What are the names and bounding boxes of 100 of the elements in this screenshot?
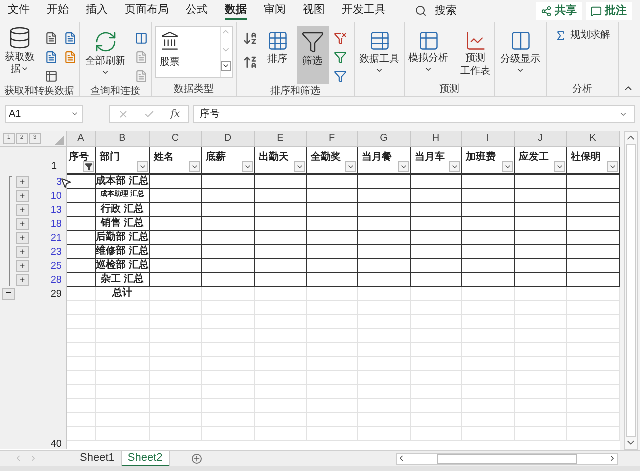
table-cell xyxy=(358,427,411,441)
ribbon-tab[interactable]: 插入 xyxy=(86,2,108,20)
table-cell xyxy=(567,413,620,427)
table-header-cell: 应发工 xyxy=(519,150,549,165)
row-number[interactable]: 1 xyxy=(51,159,57,174)
panel-icon[interactable] xyxy=(134,30,150,46)
ribbon-tab[interactable]: 视图 xyxy=(303,2,325,20)
insert-function-button[interactable]: fx xyxy=(170,106,180,122)
search-icon[interactable] xyxy=(415,5,427,17)
mouse-pointer-icon xyxy=(60,177,72,189)
expand-group-button[interactable]: + xyxy=(16,204,29,216)
formula-input[interactable]: 序号 xyxy=(193,105,635,123)
name-box[interactable]: A1 xyxy=(5,105,83,123)
ribbon-tab[interactable]: 公式 xyxy=(186,2,208,20)
row-number[interactable]: 3 xyxy=(56,174,66,190)
table-cell xyxy=(462,273,515,287)
scroll-left-icon[interactable] xyxy=(397,454,406,463)
solver-button[interactable]: 规划求解 xyxy=(554,26,610,43)
advanced-filter-icon[interactable] xyxy=(332,68,348,84)
refresh-all-button[interactable]: 全部刷新 xyxy=(82,26,130,77)
row-number[interactable]: 28 xyxy=(50,272,66,288)
column-header[interactable]: K xyxy=(567,131,620,147)
table-cell xyxy=(150,413,202,427)
what-if-analysis-button[interactable]: 模拟分析 xyxy=(404,26,452,74)
table-cell xyxy=(411,357,462,371)
row-number[interactable]: 29 xyxy=(50,286,66,302)
ribbon-tab[interactable]: 开发工具 xyxy=(342,2,386,20)
table-cell xyxy=(515,357,567,371)
next-sheet-icon[interactable] xyxy=(29,454,38,463)
row-number[interactable]: 40 xyxy=(50,441,62,449)
horizontal-scrollbar[interactable] xyxy=(396,452,618,464)
select-all-icon[interactable] xyxy=(55,136,64,145)
get-data-button[interactable]: 获取数据 xyxy=(1,26,39,76)
ribbon-tab[interactable]: 审阅 xyxy=(264,2,286,20)
column-header[interactable]: J xyxy=(515,131,567,147)
scrollbar-thumb[interactable] xyxy=(626,144,636,438)
cancel-icon[interactable] xyxy=(118,108,129,120)
add-sheet-icon[interactable] xyxy=(192,454,202,464)
column-header[interactable]: G xyxy=(358,131,411,147)
expand-group-button[interactable]: + xyxy=(16,176,29,188)
ribbon-tab[interactable]: 页面布局 xyxy=(125,2,169,20)
table-cell xyxy=(411,301,462,315)
scrollbar-thumb[interactable] xyxy=(437,454,577,464)
ribbon-tab[interactable]: 数据 xyxy=(225,2,247,20)
data-type-gallery[interactable]: 股票 xyxy=(155,26,233,78)
reapply-filter-icon[interactable] xyxy=(332,49,348,65)
table-icon[interactable] xyxy=(43,68,59,84)
search-label[interactable]: 搜索 xyxy=(435,2,457,20)
filter-button[interactable]: 筛选 xyxy=(296,26,328,84)
table-cell xyxy=(202,315,255,329)
column-header[interactable]: H xyxy=(411,131,462,147)
table-cell xyxy=(462,413,515,427)
column-header[interactable]: B xyxy=(96,131,150,147)
gallery-item[interactable]: 股票 xyxy=(160,55,180,70)
expand-group-button[interactable]: + xyxy=(16,190,29,202)
column-header[interactable]: F xyxy=(307,131,358,147)
table-header-cell-text: 姓名 xyxy=(154,150,174,165)
scroll-right-icon[interactable] xyxy=(608,454,617,463)
sheet-tab[interactable]: Sheet2 xyxy=(122,450,170,466)
table-cell xyxy=(411,217,462,231)
row-number[interactable]: 10 xyxy=(50,188,66,204)
forecast-sheet-button[interactable]: 预测 工作表 xyxy=(456,26,494,78)
ribbon-group-label: 查询和连接 xyxy=(90,84,140,98)
table-cell xyxy=(202,371,255,385)
table-cell xyxy=(567,399,620,413)
filter-dropdown-button[interactable] xyxy=(83,161,94,172)
share-button[interactable]: 共享 xyxy=(536,2,582,20)
sort-descending-icon[interactable] xyxy=(242,54,258,70)
expand-group-button[interactable]: + xyxy=(16,246,29,258)
enter-icon[interactable] xyxy=(144,108,156,120)
row-number[interactable]: 18 xyxy=(50,216,66,232)
expand-group-button[interactable]: + xyxy=(16,274,29,286)
more-icon[interactable] xyxy=(221,61,231,71)
table-cell xyxy=(202,217,255,231)
ribbon-tab[interactable]: 开始 xyxy=(47,2,69,20)
table-cell xyxy=(411,189,462,203)
comments-button[interactable]: 批注 xyxy=(586,2,632,20)
column-header[interactable]: A xyxy=(67,131,96,147)
column-header[interactable]: C xyxy=(150,131,202,147)
data-tools-button[interactable]: 数据工具 xyxy=(356,26,404,75)
row-number[interactable]: 23 xyxy=(50,244,66,260)
clear-filter-icon[interactable] xyxy=(332,30,348,46)
row-number[interactable]: 21 xyxy=(50,230,66,246)
previous-sheet-icon[interactable] xyxy=(14,454,23,463)
column-header[interactable]: D xyxy=(202,131,255,147)
table-cell xyxy=(307,203,358,217)
column-header[interactable]: E xyxy=(255,131,307,147)
sort-ascending-icon[interactable] xyxy=(242,30,258,46)
table-cell xyxy=(202,343,255,357)
expand-group-button[interactable]: + xyxy=(16,232,29,244)
column-header[interactable]: I xyxy=(462,131,515,147)
collapse-group-button[interactable]: − xyxy=(2,288,15,300)
table-cell xyxy=(150,315,202,329)
expand-group-button[interactable]: + xyxy=(16,218,29,230)
row-number[interactable]: 25 xyxy=(50,258,66,274)
row-number[interactable]: 13 xyxy=(50,202,66,218)
sort-button[interactable]: 排序 xyxy=(262,26,292,66)
outline-button[interactable]: 分级显示 xyxy=(496,26,544,75)
ribbon-tab[interactable]: 文件 xyxy=(8,2,30,20)
expand-group-button[interactable]: + xyxy=(16,260,29,272)
